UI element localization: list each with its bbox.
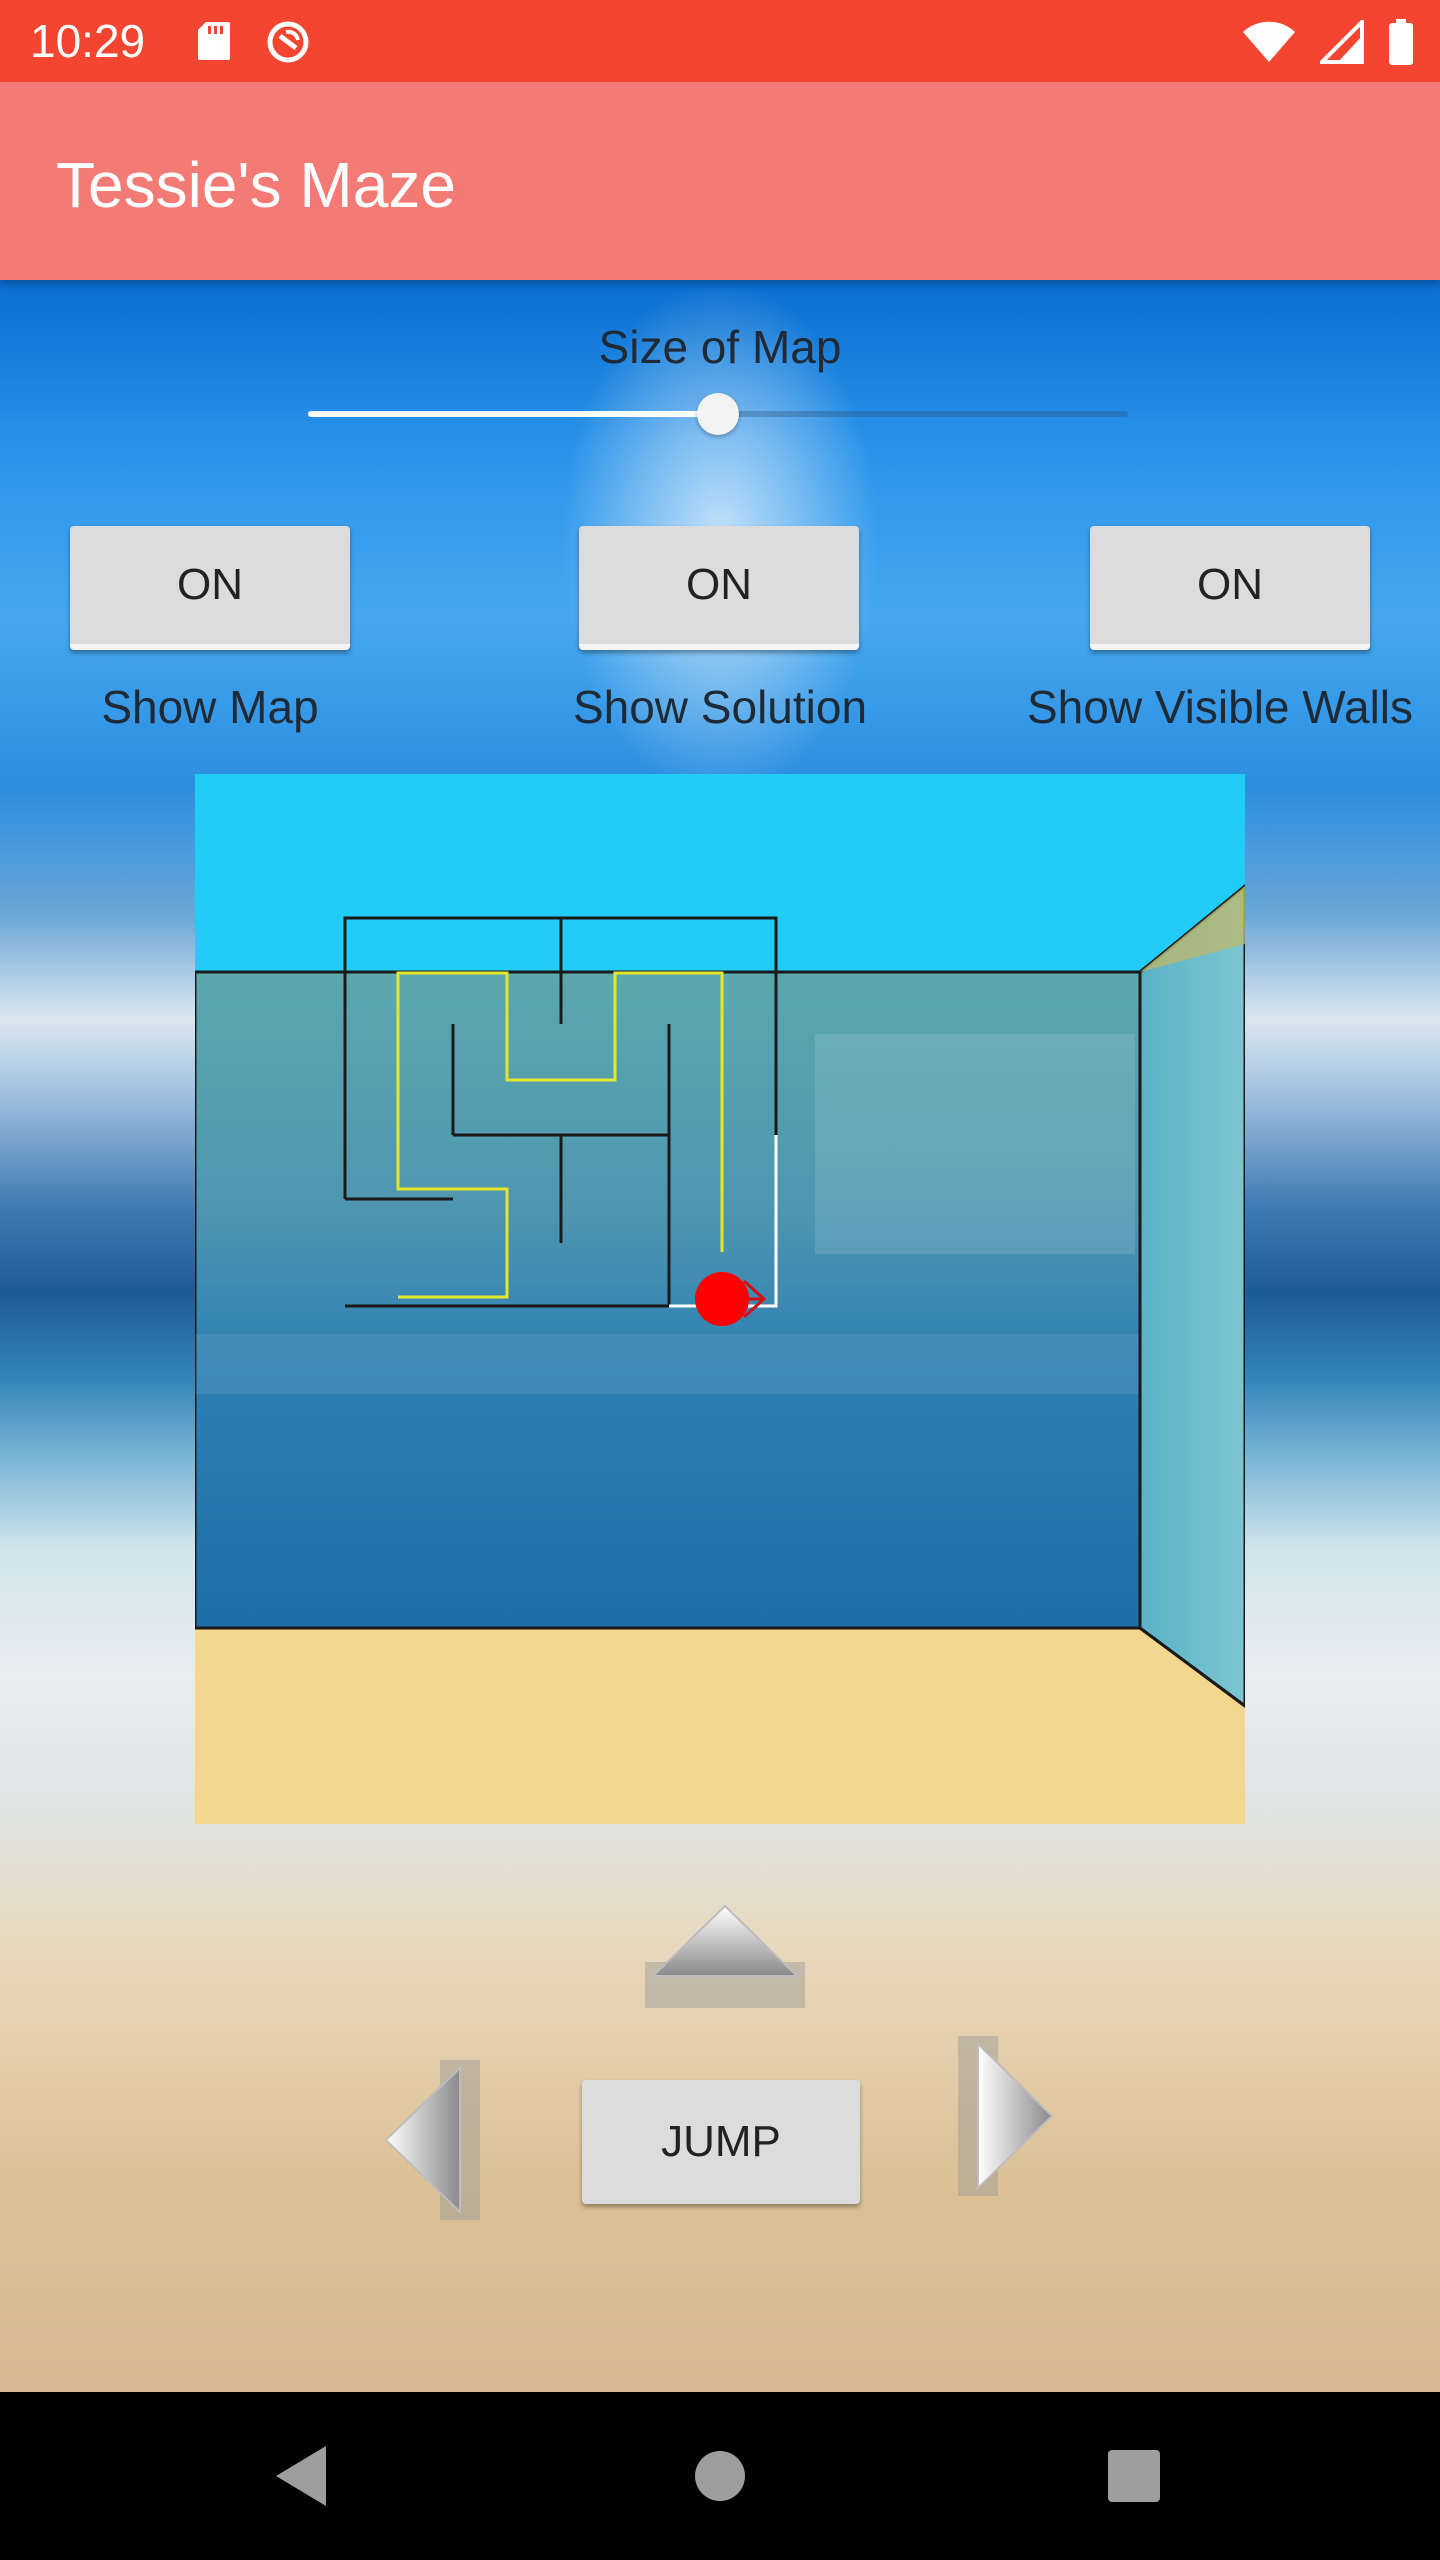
- map-size-label: Size of Map: [598, 321, 842, 373]
- recents-icon[interactable]: [1094, 2436, 1174, 2516]
- floor: [195, 1596, 1245, 1824]
- wifi-icon: [1243, 21, 1295, 62]
- sd-card-icon: [198, 22, 230, 60]
- status-time: 10:29: [30, 15, 146, 67]
- back-icon[interactable]: [260, 2436, 340, 2516]
- left-arrow-icon: [384, 2065, 461, 2215]
- home-icon[interactable]: [680, 2436, 760, 2516]
- show-map-label: Show Map: [101, 681, 319, 733]
- wall-wave-band: [195, 1334, 1140, 1394]
- navigation-bar: [0, 2392, 1440, 2560]
- map-size-slider[interactable]: [308, 393, 1128, 435]
- show-visible-walls-toggle[interactable]: ON: [1090, 526, 1370, 650]
- show-solution-toggle[interactable]: ON: [579, 526, 859, 650]
- show-visible-walls-label: Show Visible Walls: [1026, 681, 1414, 733]
- status-bar: 10:29: [0, 0, 1440, 82]
- player-marker: [695, 1272, 749, 1326]
- show-solution-label: Show Solution: [572, 681, 868, 733]
- slider-thumb[interactable]: [697, 393, 739, 435]
- move-forward-button[interactable]: [645, 1900, 805, 2010]
- side-wall: [1138, 884, 1245, 1708]
- maze-3d-view[interactable]: [195, 774, 1245, 1824]
- wall-blur-highlight: [815, 1034, 1135, 1254]
- slider-fill: [308, 411, 718, 417]
- app-bar: Tessie's Maze: [0, 82, 1440, 280]
- game-screen: Size of Map ON ON ON Show Map Show Solut…: [0, 280, 1440, 2392]
- sky: [195, 774, 1245, 972]
- show-map-toggle[interactable]: ON: [70, 526, 350, 650]
- right-arrow-icon: [977, 2041, 1054, 2191]
- battery-icon: [1389, 19, 1413, 65]
- up-arrow-icon: [650, 1904, 800, 1977]
- jump-button[interactable]: JUMP: [582, 2080, 860, 2204]
- app-title: Tessie's Maze: [56, 149, 456, 221]
- sync-icon: [267, 21, 309, 63]
- turn-left-button[interactable]: [380, 2060, 480, 2220]
- signal-icon: [1320, 20, 1364, 64]
- turn-right-button[interactable]: [958, 2036, 1058, 2196]
